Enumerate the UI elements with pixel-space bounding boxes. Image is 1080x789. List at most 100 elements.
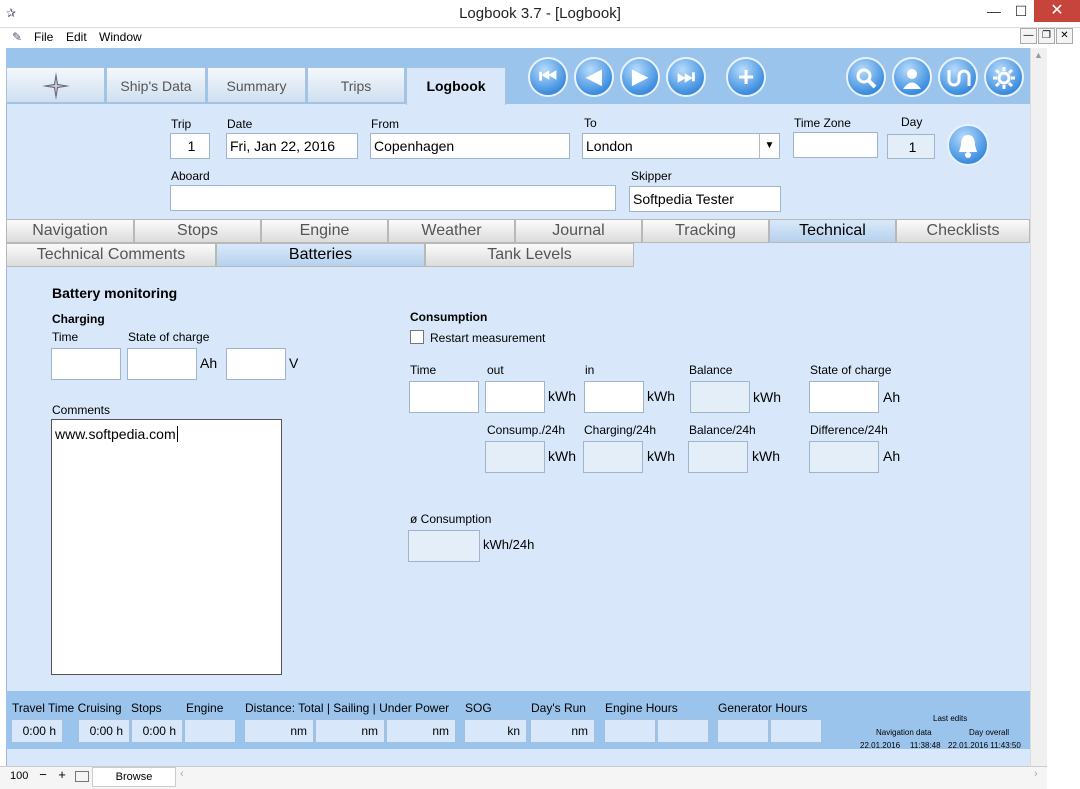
tab-weather[interactable]: Weather bbox=[388, 219, 515, 243]
add-record-icon: + bbox=[737, 61, 755, 92]
avg-consumption-unit: kWh/24h bbox=[483, 537, 535, 552]
document-icon: ✎ bbox=[12, 30, 23, 44]
skipper-field[interactable]: Softpedia Tester bbox=[629, 186, 781, 212]
restart-measurement-checkbox[interactable] bbox=[410, 330, 424, 344]
day-label: Day bbox=[901, 115, 923, 129]
user-icon bbox=[903, 69, 921, 89]
balance24-unit: kWh bbox=[752, 448, 780, 464]
menu-edit[interactable]: Edit bbox=[66, 30, 87, 44]
in-field[interactable] bbox=[584, 381, 644, 413]
tab-batteries[interactable]: Batteries bbox=[216, 243, 425, 267]
search-icon bbox=[856, 68, 877, 89]
zoom-level[interactable]: 100 bbox=[10, 770, 28, 782]
tab-ships-data[interactable]: Ship's Data bbox=[106, 67, 206, 103]
nav-date: 22.01.2016 bbox=[860, 741, 901, 750]
scroll-right-icon[interactable]: › bbox=[1034, 768, 1038, 780]
last-record-button[interactable]: ⏭ bbox=[666, 57, 706, 97]
previous-record-icon: ◀ bbox=[586, 66, 602, 88]
first-record-button[interactable]: ⏮ bbox=[528, 57, 568, 97]
menu-window[interactable]: Window bbox=[99, 30, 142, 44]
close-button[interactable]: ✕ bbox=[1034, 0, 1080, 22]
tab-engine[interactable]: Engine bbox=[261, 219, 388, 243]
comments-textarea[interactable]: www.softpedia.com bbox=[51, 419, 282, 675]
tab-journal[interactable]: Journal bbox=[515, 219, 642, 243]
previous-record-button[interactable]: ◀ bbox=[574, 57, 614, 97]
timezone-field[interactable] bbox=[793, 132, 878, 158]
sync-icon bbox=[947, 69, 971, 87]
to-value: London bbox=[586, 138, 633, 154]
mdi-close-button[interactable]: ✕ bbox=[1056, 28, 1073, 44]
tab-technical-comments[interactable]: Technical Comments bbox=[6, 243, 216, 267]
mdi-restore-button[interactable]: ❐ bbox=[1038, 28, 1055, 44]
difference24-field bbox=[809, 441, 879, 473]
settings-icon bbox=[993, 67, 1015, 89]
zoom-out-icon[interactable]: − bbox=[36, 767, 50, 787]
bell-button[interactable] bbox=[947, 124, 989, 166]
from-label: From bbox=[371, 117, 399, 131]
generator-hours-2 bbox=[770, 719, 822, 743]
charging-voltage-field[interactable] bbox=[226, 348, 286, 380]
charging-time-label: Time bbox=[52, 330, 79, 344]
avg-consumption-field bbox=[408, 530, 480, 562]
consumption-time-label: Time bbox=[410, 363, 437, 377]
in-label: in bbox=[585, 363, 595, 377]
tab-tank-levels[interactable]: Tank Levels bbox=[425, 243, 634, 267]
maximize-button[interactable]: ☐ bbox=[1008, 0, 1034, 22]
balance24-label: Balance/24h bbox=[689, 423, 756, 437]
charging24-field bbox=[583, 441, 643, 473]
balance-label: Balance bbox=[689, 363, 733, 377]
compass-rose-icon bbox=[41, 72, 70, 100]
to-select[interactable]: London ▼ bbox=[582, 133, 780, 159]
layout-toggle-icon[interactable] bbox=[75, 771, 89, 782]
minimize-button[interactable]: — bbox=[980, 0, 1008, 22]
days-run-label: Day's Run bbox=[531, 701, 586, 715]
tab-stops[interactable]: Stops bbox=[134, 219, 261, 243]
charging-time-field[interactable] bbox=[51, 348, 121, 380]
balance-field bbox=[690, 381, 750, 413]
stops-label: Stops bbox=[131, 701, 162, 715]
menu-file[interactable]: File bbox=[34, 30, 53, 44]
trip-label: Trip bbox=[171, 117, 192, 131]
out-unit: kWh bbox=[548, 388, 576, 404]
distance-total: nm bbox=[244, 719, 314, 743]
add-record-button[interactable]: + bbox=[726, 57, 766, 97]
out-field[interactable] bbox=[485, 381, 545, 413]
balance-unit: kWh bbox=[753, 389, 781, 405]
next-record-button[interactable]: ▶ bbox=[620, 57, 660, 97]
tab-summary[interactable]: Summary bbox=[207, 67, 306, 103]
sync-button[interactable] bbox=[938, 57, 978, 97]
charging24-unit: kWh bbox=[647, 448, 675, 464]
tab-technical[interactable]: Technical bbox=[769, 219, 896, 243]
window-border bbox=[1047, 48, 1080, 789]
trip-field[interactable]: 1 bbox=[170, 133, 210, 159]
consumption-time-field[interactable] bbox=[409, 381, 479, 413]
mdi-minimize-button[interactable]: — bbox=[1020, 28, 1037, 44]
date-field[interactable]: Fri, Jan 22, 2016 bbox=[226, 133, 358, 159]
status-bar: 100 − + Browse ‹ › bbox=[0, 766, 1047, 789]
from-field[interactable]: Copenhagen bbox=[370, 133, 570, 159]
to-label: To bbox=[584, 116, 597, 130]
generator-hours-label: Generator Hours bbox=[718, 701, 808, 715]
mode-indicator: Browse bbox=[92, 767, 176, 787]
tab-trips[interactable]: Trips bbox=[307, 67, 405, 103]
tab-navigation[interactable]: Navigation bbox=[6, 219, 134, 243]
comments-label: Comments bbox=[52, 403, 111, 417]
vertical-scrollbar[interactable]: ▲ bbox=[1030, 48, 1047, 766]
day-overall-label: Day overall bbox=[969, 728, 1010, 737]
chevron-down-icon[interactable]: ▼ bbox=[759, 134, 779, 158]
aboard-field[interactable] bbox=[170, 185, 616, 211]
scroll-left-icon[interactable]: ‹ bbox=[180, 768, 184, 780]
consumption-soc-field[interactable] bbox=[809, 381, 879, 413]
zoom-in-icon[interactable]: + bbox=[55, 767, 69, 787]
engine-hours-2 bbox=[657, 719, 709, 743]
consump24-unit: kWh bbox=[548, 448, 576, 464]
compass-tab[interactable] bbox=[6, 67, 105, 103]
settings-button[interactable] bbox=[984, 57, 1024, 97]
tab-tracking[interactable]: Tracking bbox=[642, 219, 769, 243]
search-button[interactable] bbox=[846, 57, 886, 97]
charging-soc-field[interactable] bbox=[127, 348, 197, 380]
last-record-icon: ⏭ bbox=[677, 66, 695, 88]
user-button[interactable] bbox=[892, 57, 932, 97]
tab-checklists[interactable]: Checklists bbox=[896, 219, 1030, 243]
tab-logbook[interactable]: Logbook bbox=[406, 67, 506, 105]
